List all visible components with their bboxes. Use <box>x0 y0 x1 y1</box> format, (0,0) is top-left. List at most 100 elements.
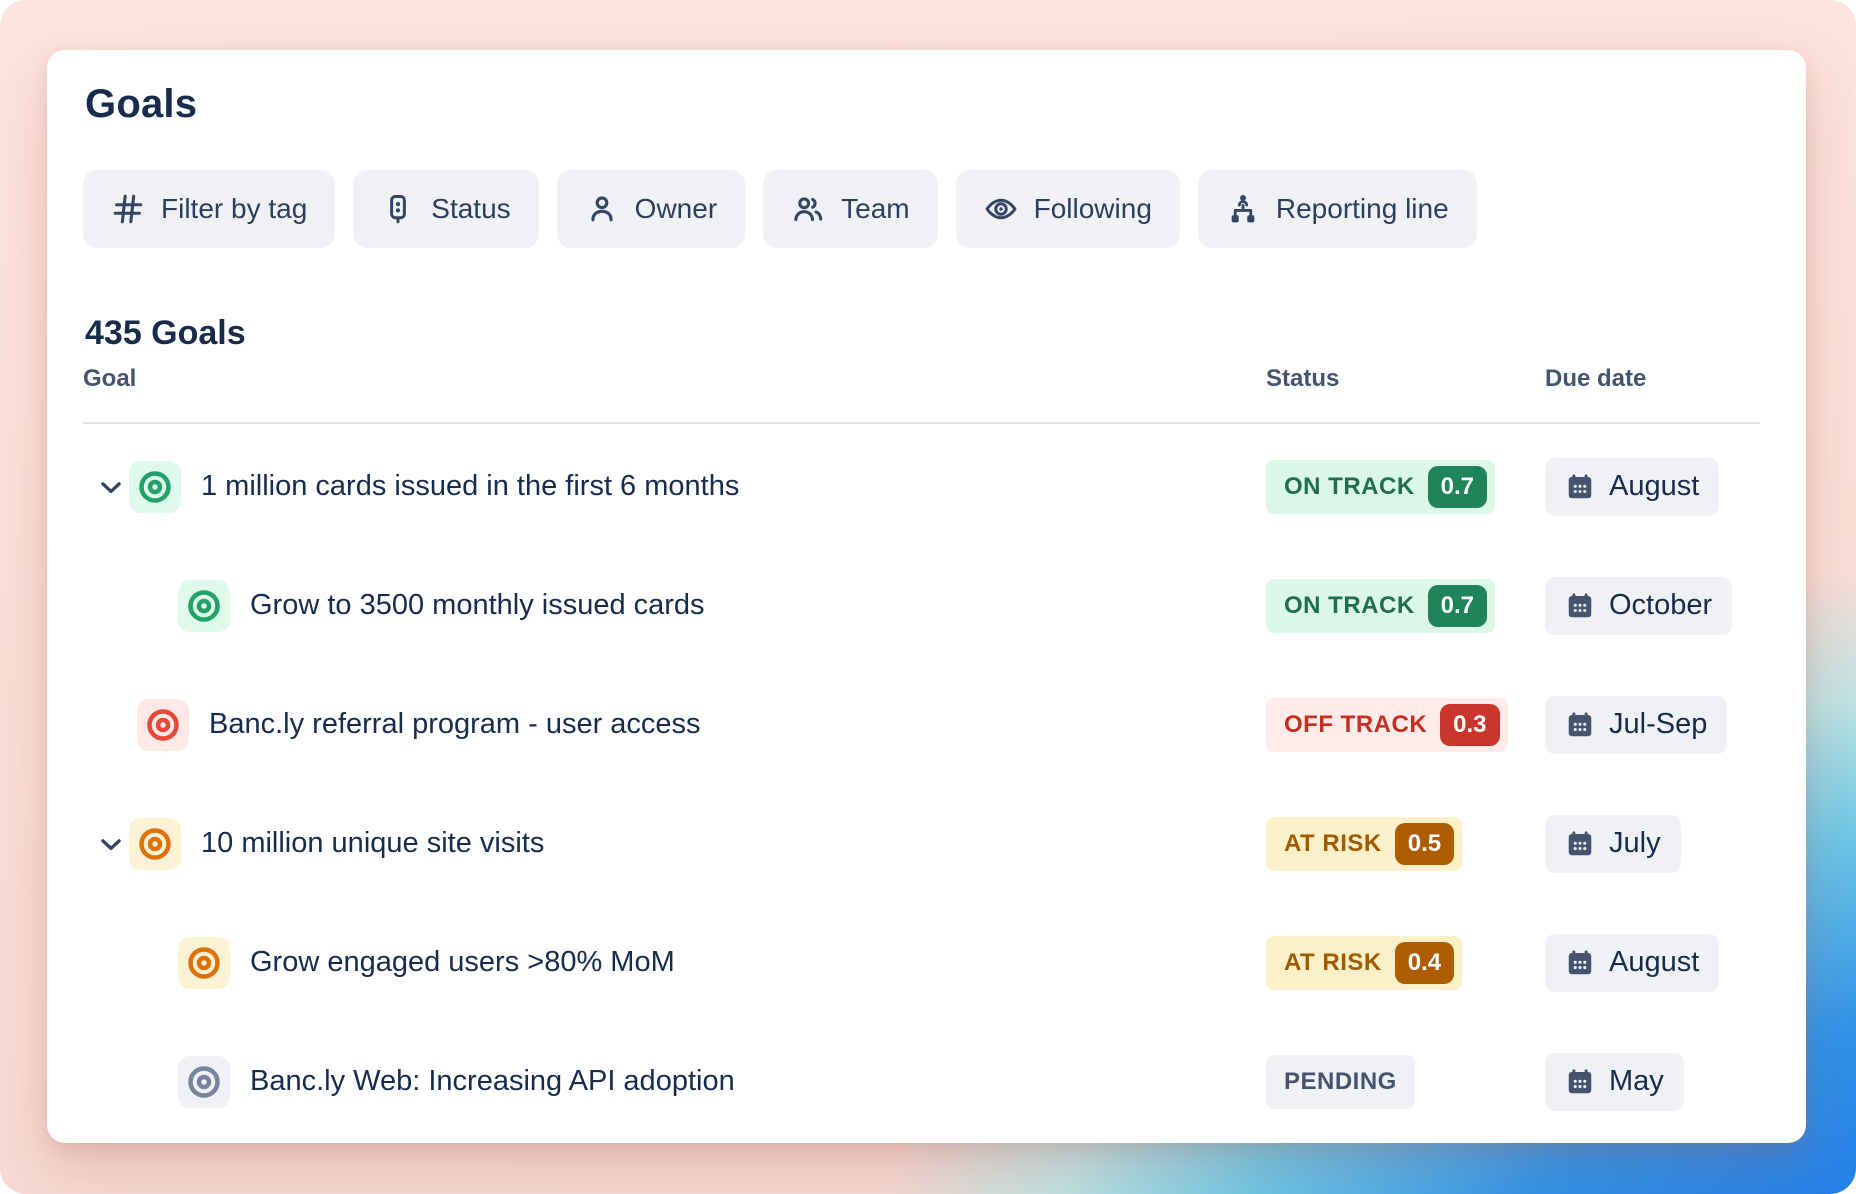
due-date-label: August <box>1609 946 1699 979</box>
filter-label: Following <box>1034 193 1152 225</box>
column-header-due: Due date <box>1545 365 1760 393</box>
goal-target-icon <box>129 818 181 870</box>
table-row[interactable]: Grow to 3500 monthly issued cards ON TRA… <box>83 546 1760 665</box>
calendar-icon <box>1565 472 1595 502</box>
goal-cell: Banc.ly referral program - user access <box>83 699 1266 751</box>
calendar-icon <box>1565 1067 1595 1097</box>
calendar-icon <box>1565 710 1595 740</box>
org-chart-icon <box>1226 192 1260 226</box>
table-header: Goal Status Due date <box>83 365 1760 424</box>
goal-cell: Grow to 3500 monthly issued cards <box>83 580 1266 632</box>
filter-by-tag-button[interactable]: Filter by tag <box>83 170 335 248</box>
status-score: 0.5 <box>1395 823 1454 865</box>
goal-title[interactable]: Grow to 3500 monthly issued cards <box>250 589 705 622</box>
goal-title[interactable]: 10 million unique site visits <box>201 827 544 860</box>
status-filter-button[interactable]: Status <box>353 170 538 248</box>
chevron-down-icon[interactable] <box>96 829 126 859</box>
status-score: 0.7 <box>1428 585 1487 627</box>
due-cell: Jul-Sep <box>1545 696 1760 754</box>
goal-cell: 1 million cards issued in the first 6 mo… <box>83 461 1266 513</box>
calendar-icon <box>1565 591 1595 621</box>
status-badge[interactable]: AT RISK 0.5 <box>1266 817 1462 871</box>
calendar-icon <box>1565 948 1595 978</box>
due-date-label: August <box>1609 470 1699 503</box>
following-filter-button[interactable]: Following <box>956 170 1180 248</box>
filter-label: Reporting line <box>1276 193 1449 225</box>
filter-label: Status <box>431 193 510 225</box>
goals-table: 1 million cards issued in the first 6 mo… <box>83 427 1760 1141</box>
goal-target-icon <box>129 461 181 513</box>
status-icon <box>381 192 415 226</box>
status-label: AT RISK <box>1284 949 1382 977</box>
page-title: Goals <box>85 82 197 127</box>
goal-cell: Banc.ly Web: Increasing API adoption <box>83 1056 1266 1108</box>
status-cell: AT RISK 0.4 <box>1266 936 1545 990</box>
due-date-label: July <box>1609 827 1661 860</box>
goal-title[interactable]: Banc.ly Web: Increasing API adoption <box>250 1065 735 1098</box>
status-label: OFF TRACK <box>1284 711 1427 739</box>
column-header-goal: Goal <box>83 365 1266 393</box>
due-cell: August <box>1545 458 1760 516</box>
people-icon <box>791 192 825 226</box>
goal-target-icon <box>178 1056 230 1108</box>
table-row[interactable]: Banc.ly Web: Increasing API adoption PEN… <box>83 1022 1760 1141</box>
status-cell: OFF TRACK 0.3 <box>1266 698 1545 752</box>
goal-cell: 10 million unique site visits <box>83 818 1266 870</box>
due-date-chip[interactable]: August <box>1545 458 1719 516</box>
goal-cell: Grow engaged users >80% MoM <box>83 937 1266 989</box>
due-date-label: October <box>1609 589 1712 622</box>
filter-label: Filter by tag <box>161 193 307 225</box>
status-label: AT RISK <box>1284 830 1382 858</box>
table-row[interactable]: 1 million cards issued in the first 6 mo… <box>83 427 1760 546</box>
goal-target-icon <box>178 937 230 989</box>
due-date-chip[interactable]: October <box>1545 577 1732 635</box>
due-date-chip[interactable]: August <box>1545 934 1719 992</box>
status-score: 0.7 <box>1428 466 1487 508</box>
owner-filter-button[interactable]: Owner <box>557 170 745 248</box>
goal-target-icon <box>178 580 230 632</box>
goal-title[interactable]: Banc.ly referral program - user access <box>209 708 701 741</box>
status-score: 0.3 <box>1440 704 1499 746</box>
status-badge[interactable]: OFF TRACK 0.3 <box>1266 698 1508 752</box>
due-cell: August <box>1545 934 1760 992</box>
filter-label: Team <box>841 193 909 225</box>
due-cell: October <box>1545 577 1760 635</box>
status-badge[interactable]: ON TRACK 0.7 <box>1266 579 1495 633</box>
filter-bar: Filter by tag Status Owner Team Followin… <box>83 170 1477 248</box>
goals-panel: Goals Filter by tag Status Owner Team Fo… <box>47 50 1806 1143</box>
status-badge[interactable]: PENDING <box>1266 1055 1415 1109</box>
table-row[interactable]: 10 million unique site visits AT RISK 0.… <box>83 784 1760 903</box>
status-cell: ON TRACK 0.7 <box>1266 460 1545 514</box>
status-label: ON TRACK <box>1284 473 1415 501</box>
due-date-label: Jul-Sep <box>1609 708 1707 741</box>
hash-icon <box>111 192 145 226</box>
status-badge[interactable]: ON TRACK 0.7 <box>1266 460 1495 514</box>
table-row[interactable]: Grow engaged users >80% MoM AT RISK 0.4 … <box>83 903 1760 1022</box>
goal-title[interactable]: 1 million cards issued in the first 6 mo… <box>201 470 739 503</box>
column-header-status: Status <box>1266 365 1545 393</box>
reporting-line-filter-button[interactable]: Reporting line <box>1198 170 1477 248</box>
status-badge[interactable]: AT RISK 0.4 <box>1266 936 1462 990</box>
status-cell: ON TRACK 0.7 <box>1266 579 1545 633</box>
team-filter-button[interactable]: Team <box>763 170 937 248</box>
due-date-label: May <box>1609 1065 1664 1098</box>
chevron-down-icon[interactable] <box>96 472 126 502</box>
eye-icon <box>984 192 1018 226</box>
goal-title[interactable]: Grow engaged users >80% MoM <box>250 946 675 979</box>
due-date-chip[interactable]: Jul-Sep <box>1545 696 1727 754</box>
due-date-chip[interactable]: May <box>1545 1053 1684 1111</box>
due-cell: July <box>1545 815 1760 873</box>
page-background: Goals Filter by tag Status Owner Team Fo… <box>0 0 1856 1194</box>
goals-count: 435 Goals <box>85 314 246 353</box>
table-row[interactable]: Banc.ly referral program - user access O… <box>83 665 1760 784</box>
goal-target-icon <box>137 699 189 751</box>
status-cell: AT RISK 0.5 <box>1266 817 1545 871</box>
calendar-icon <box>1565 829 1595 859</box>
status-cell: PENDING <box>1266 1055 1545 1109</box>
status-score: 0.4 <box>1395 942 1454 984</box>
due-cell: May <box>1545 1053 1760 1111</box>
person-icon <box>585 192 619 226</box>
due-date-chip[interactable]: July <box>1545 815 1681 873</box>
status-label: ON TRACK <box>1284 592 1415 620</box>
status-label: PENDING <box>1284 1068 1397 1096</box>
